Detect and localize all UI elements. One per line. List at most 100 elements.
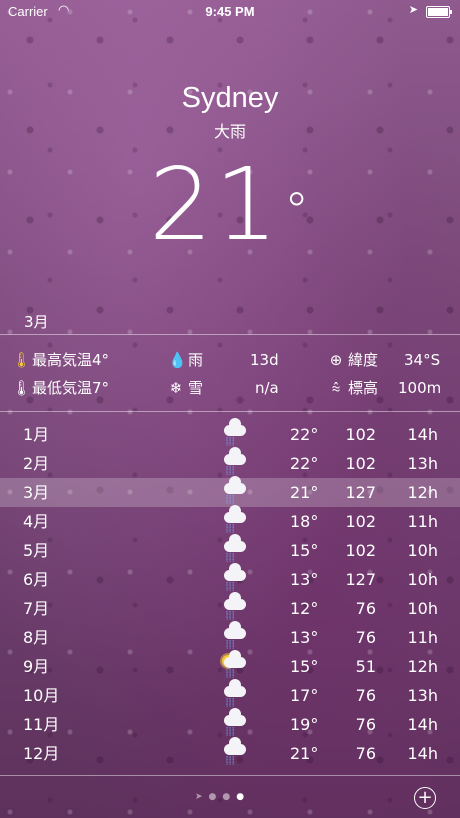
city-name: Sydney bbox=[181, 82, 279, 114]
table-row[interactable]: 1月 ⸽⸽⸽ 22° 102 14h bbox=[0, 418, 460, 449]
table-row[interactable]: 8月 ⸽⸽⸽ 13° 76 11h bbox=[0, 621, 460, 652]
rain-cloud-icon: ⸽⸽⸽ bbox=[222, 737, 250, 765]
daylight-cell: 13h bbox=[407, 454, 439, 473]
degree-symbol: ° bbox=[284, 182, 312, 240]
weather-condition: 大雨 bbox=[213, 122, 246, 141]
rainfall-cell: 76 bbox=[355, 715, 376, 734]
snow-stat: ❄ 雪 bbox=[169, 379, 204, 397]
rainfall-cell: 51 bbox=[355, 657, 376, 676]
temperature-cell: 15° bbox=[290, 657, 319, 676]
location-arrow-icon: ➤ bbox=[408, 4, 418, 16]
temperature-cell: 22° bbox=[290, 425, 319, 444]
rain-cloud-icon: ⸽⸽⸽ bbox=[222, 505, 250, 533]
month-cell: 9月 bbox=[23, 657, 50, 676]
rainfall-cell: 102 bbox=[345, 425, 376, 444]
page-dot[interactable]: ● bbox=[222, 792, 236, 802]
rain-cloud-icon: ⸽⸽⸽ bbox=[222, 418, 250, 446]
add-city-button[interactable]: + bbox=[414, 787, 436, 809]
month-cell: 6月 bbox=[23, 570, 50, 589]
selected-month-label: 3月 bbox=[24, 313, 49, 331]
current-temperature: 21° bbox=[0, 150, 460, 260]
rain-days-value: 13d bbox=[250, 351, 279, 369]
temperature-cell: 15° bbox=[290, 541, 319, 560]
table-row[interactable]: 7月 ⸽⸽⸽ 12° 76 10h bbox=[0, 592, 460, 623]
rainfall-cell: 102 bbox=[345, 512, 376, 531]
low-temp-stat: 🌡最低気温7° bbox=[12, 379, 110, 397]
rain-cloud-icon: ⸽⸽⸽ bbox=[222, 621, 250, 649]
daylight-cell: 14h bbox=[407, 715, 439, 734]
rainfall-cell: 127 bbox=[345, 483, 376, 502]
daylight-cell: 13h bbox=[407, 686, 439, 705]
daylight-cell: 10h bbox=[407, 541, 439, 560]
page-indicator[interactable]: ➤●●● bbox=[195, 792, 250, 802]
status-bar: Carrier ◠ 9:45 PM ➤ bbox=[0, 0, 460, 24]
daylight-cell: 11h bbox=[407, 512, 439, 531]
compass-icon: ⊕ bbox=[329, 351, 343, 369]
month-cell: 4月 bbox=[23, 512, 50, 531]
month-cell: 3月 bbox=[23, 483, 50, 502]
altitude-stat: ⩯ 標高 bbox=[328, 377, 378, 399]
snowflake-icon: ❄ bbox=[169, 379, 183, 397]
month-cell: 8月 bbox=[23, 628, 50, 647]
temperature-cell: 22° bbox=[290, 454, 319, 473]
rain-cloud-icon: ⸽⸽⸽ bbox=[222, 447, 250, 475]
table-row[interactable]: 2月 ⸽⸽⸽ 22° 102 13h bbox=[0, 447, 460, 478]
daylight-cell: 12h bbox=[407, 657, 439, 676]
divider bbox=[0, 775, 460, 776]
month-cell: 2月 bbox=[23, 454, 50, 473]
thermometer-high-icon: 🌡 bbox=[12, 351, 32, 369]
location-arrow-icon: ➤ bbox=[195, 792, 209, 802]
divider bbox=[0, 411, 460, 412]
bottom-toolbar: ➤●●● + bbox=[0, 778, 460, 818]
elevation-icon: ⩯ bbox=[331, 379, 341, 397]
thermometer-low-icon: 🌡 bbox=[12, 379, 32, 397]
rainfall-cell: 76 bbox=[355, 686, 376, 705]
rain-cloud-icon: ⸽⸽⸽ bbox=[222, 679, 250, 707]
table-row[interactable]: 11月 ⸽⸽⸽ 19° 76 14h bbox=[0, 708, 460, 739]
temperature-cell: 21° bbox=[290, 483, 319, 502]
table-row[interactable]: 4月 ⸽⸽⸽ 18° 102 11h bbox=[0, 505, 460, 536]
month-cell: 7月 bbox=[23, 599, 50, 618]
page-dot[interactable]: ● bbox=[209, 792, 223, 802]
month-cell: 12月 bbox=[23, 744, 60, 763]
daylight-cell: 11h bbox=[407, 628, 439, 647]
temperature-cell: 18° bbox=[290, 512, 319, 531]
table-row[interactable]: 10月 ⸽⸽⸽ 17° 76 13h bbox=[0, 679, 460, 710]
rain-cloud-icon: ⸽⸽⸽ bbox=[222, 708, 250, 736]
altitude-value: 100m bbox=[398, 379, 442, 397]
latitude-stat: ⊕ 緯度 bbox=[329, 351, 379, 369]
table-row[interactable]: 5月 ⸽⸽⸽ 15° 102 10h bbox=[0, 534, 460, 565]
daylight-cell: 10h bbox=[407, 570, 439, 589]
high-temp-stat: 🌡最高気温4° bbox=[12, 351, 110, 369]
table-row[interactable]: 3月 ⸽⸽⸽ 21° 127 12h bbox=[0, 476, 460, 507]
page-dot[interactable]: ● bbox=[236, 792, 250, 802]
temperature-value: 21 bbox=[148, 146, 281, 263]
battery-icon bbox=[426, 6, 452, 18]
rain-cloud-icon: ⸽⸽⸽ bbox=[222, 563, 250, 591]
rainfall-cell: 76 bbox=[355, 628, 376, 647]
daylight-cell: 14h bbox=[407, 425, 439, 444]
rainfall-cell: 102 bbox=[345, 454, 376, 473]
rain-drops-icon: 💧 bbox=[168, 351, 187, 369]
temperature-cell: 17° bbox=[290, 686, 319, 705]
rain-stat: 💧雨 bbox=[168, 351, 204, 369]
temperature-cell: 13° bbox=[290, 570, 319, 589]
daylight-cell: 12h bbox=[407, 483, 439, 502]
rainfall-cell: 127 bbox=[345, 570, 376, 589]
temperature-cell: 19° bbox=[290, 715, 319, 734]
rainfall-cell: 76 bbox=[355, 599, 376, 618]
rain-cloud-icon: ⸽⸽⸽ bbox=[222, 592, 250, 620]
month-cell: 1月 bbox=[23, 425, 50, 444]
table-row[interactable]: 9月 ⸽⸽⸽ 15° 51 12h bbox=[0, 650, 460, 681]
rainfall-cell: 76 bbox=[355, 744, 376, 763]
sun-cloud-rain-icon: ⸽⸽⸽ bbox=[222, 650, 250, 678]
month-cell: 11月 bbox=[23, 715, 60, 734]
table-row[interactable]: 12月 ⸽⸽⸽ 21° 76 14h bbox=[0, 737, 460, 768]
rain-cloud-icon: ⸽⸽⸽ bbox=[222, 476, 250, 504]
temperature-cell: 13° bbox=[290, 628, 319, 647]
daylight-cell: 14h bbox=[407, 744, 439, 763]
temperature-cell: 12° bbox=[290, 599, 319, 618]
latitude-value: 34°S bbox=[404, 351, 441, 369]
table-row[interactable]: 6月 ⸽⸽⸽ 13° 127 10h bbox=[0, 563, 460, 594]
divider bbox=[0, 334, 460, 335]
